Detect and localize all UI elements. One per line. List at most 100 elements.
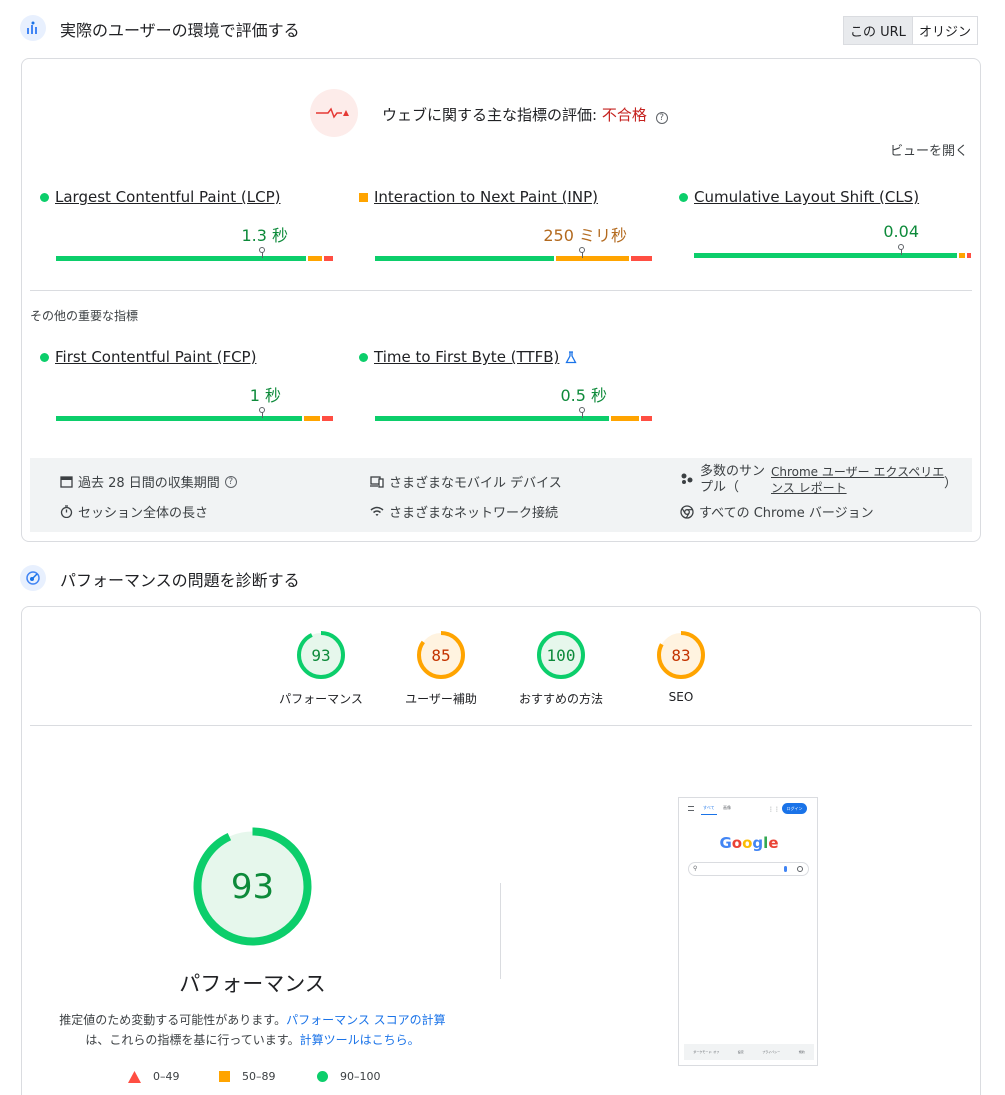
vertical-divider <box>500 883 501 979</box>
big-score-label: パフォーマンス <box>179 972 326 996</box>
score-gauge[interactable]: 93 <box>296 630 346 680</box>
lcp-value: 1.3 秒 <box>241 226 288 245</box>
timer-icon <box>60 505 73 518</box>
footer-item: 規約 <box>798 1050 805 1054</box>
inp-distribution-bar <box>375 247 652 261</box>
tab-underline <box>701 814 717 815</box>
inp-marker <box>579 247 585 253</box>
cls-title[interactable]: Cumulative Layout Shift (CLS) <box>694 188 919 206</box>
lcp-distribution-bar <box>56 247 333 261</box>
this-url-option[interactable]: この URL <box>844 17 913 44</box>
calculator-link[interactable]: 計算ツールはこちら。 <box>300 1033 420 1047</box>
collection-period-text: 過去 28 日間の収集期間 <box>78 476 220 491</box>
good-dot-icon <box>679 192 688 202</box>
score-label[interactable]: おすすめの方法 <box>496 690 626 707</box>
lcp-marker <box>259 247 265 253</box>
score-gauge[interactable]: 83 <box>656 630 706 680</box>
ttfb-title[interactable]: Time to First Byte (TTFB) <box>374 348 559 366</box>
score-label[interactable]: パフォーマンス <box>256 690 386 707</box>
good-dot-icon <box>40 192 49 202</box>
fcp-metric-header: First Contentful Paint (FCP) <box>40 348 256 366</box>
inp-value: 250 ミリ秒 <box>543 226 627 245</box>
expand-view-link[interactable]: ビューを開く <box>890 140 968 159</box>
mobile-devices: さまざまなモバイル デバイス <box>370 472 562 491</box>
search-icon: ⚲ <box>693 865 698 872</box>
pass-circle-icon <box>317 1071 328 1082</box>
ttfb-marker <box>579 407 585 413</box>
big-score-value: 93 <box>230 866 275 907</box>
good-dot-icon <box>359 352 368 362</box>
other-metrics-heading: その他の重要な指標 <box>30 309 139 323</box>
origin-option[interactable]: オリジン <box>913 17 977 44</box>
help-icon[interactable]: ? <box>655 112 668 124</box>
score-value: 83 <box>671 645 691 665</box>
fcp-marker <box>259 407 265 413</box>
chrome-versions: すべての Chrome バージョン <box>680 502 874 521</box>
cwv-assessment: ウェブに関する主な指標の評価: 不合格 ? <box>382 104 668 125</box>
session-length-text: セッション全体の長さ <box>78 506 209 521</box>
fcp-value: 1 秒 <box>249 386 281 405</box>
score-label[interactable]: ユーザー補助 <box>376 690 506 707</box>
good-dot-icon <box>40 352 49 362</box>
score-value: 93 <box>311 645 331 665</box>
crux-report-link[interactable]: Chrome ユーザー エクスペリエンス レポート <box>771 464 949 496</box>
wifi-icon <box>370 506 384 516</box>
cwv-fail-icon <box>310 89 358 137</box>
experimental-flask-icon <box>565 350 577 363</box>
lab-section-title: パフォーマンスの問題を診断する <box>60 571 300 590</box>
legend-average: 50–89 <box>242 1070 276 1083</box>
google-logo: Google <box>719 834 779 852</box>
footer-item: プライバシー <box>762 1050 781 1054</box>
legend-pass-item: 90–100 <box>317 1070 381 1083</box>
legend-fail: 0–49 <box>153 1070 180 1083</box>
session-length: セッション全体の長さ <box>60 502 208 521</box>
menu-icon <box>688 806 694 811</box>
cls-marker <box>898 244 904 250</box>
score-description: 推定値のため変動する可能性があります。パフォーマンス スコアの計算 は、これらの… <box>45 1010 460 1050</box>
score-value: 100 <box>546 645 576 665</box>
score-gauge[interactable]: 100 <box>536 630 586 680</box>
inp-title[interactable]: Interaction to Next Paint (INP) <box>374 188 598 206</box>
devices-icon <box>370 476 384 488</box>
divider <box>30 290 972 291</box>
fcp-title[interactable]: First Contentful Paint (FCP) <box>55 348 256 366</box>
url-origin-toggle[interactable]: この URL オリジン <box>843 16 978 45</box>
legend-average-item: 50–89 <box>219 1070 276 1083</box>
perf-score-calc-link[interactable]: パフォーマンス スコアの計算 <box>286 1013 446 1027</box>
footer-item: ダークモード: オフ <box>693 1050 720 1054</box>
legend-pass: 90–100 <box>340 1070 381 1083</box>
help-icon[interactable]: ? <box>224 475 237 488</box>
screenshot-tab-all: すべて <box>703 805 715 810</box>
ttfb-distribution-bar <box>375 407 652 421</box>
screenshot-searchbox: ⚲ <box>688 862 809 876</box>
score-label[interactable]: SEO <box>616 690 746 704</box>
cwv-result: 不合格 <box>601 106 647 124</box>
apps-icon: ⋮⋮ <box>768 806 780 813</box>
cwv-label: ウェブに関する主な指標の評価: <box>382 106 602 124</box>
field-data-icon <box>20 15 46 41</box>
screenshot-login: ログイン <box>782 803 807 814</box>
field-section-title: 実際のユーザーの環境で評価する <box>60 21 300 40</box>
final-screenshot[interactable]: すべて 画像 ⋮⋮ ログイン Google ⚲ ダークモード: オフ 設定 プラ… <box>678 797 818 1066</box>
ttfb-value: 0.5 秒 <box>560 386 607 405</box>
inp-metric-header: Interaction to Next Paint (INP) <box>359 188 598 206</box>
divider <box>30 725 972 726</box>
fcp-distribution-bar <box>56 407 333 421</box>
samples-group-icon <box>680 472 694 489</box>
samples-prefix: 多数のサンプル（ <box>700 464 766 495</box>
cls-metric-header: Cumulative Layout Shift (CLS) <box>679 188 919 206</box>
chrome-versions-text: すべての Chrome バージョン <box>699 506 874 521</box>
mobile-devices-text: さまざまなモバイル デバイス <box>389 476 562 491</box>
network-connections: さまざまなネットワーク接続 <box>370 502 558 521</box>
big-performance-gauge: 93 <box>192 826 313 947</box>
mic-icon <box>784 866 787 872</box>
score-value: 85 <box>431 645 451 665</box>
samples-suffix: ） <box>944 476 958 491</box>
lcp-metric-header: Largest Contentful Paint (LCP) <box>40 188 281 206</box>
desc-text-2: は、これらの指標を基に行っています。 <box>85 1033 300 1047</box>
score-gauge[interactable]: 85 <box>416 630 466 680</box>
fail-triangle-icon <box>128 1070 141 1083</box>
screenshot-footer: ダークモード: オフ 設定 プライバシー 規約 <box>684 1044 814 1060</box>
needs-improvement-square-icon <box>359 192 368 202</box>
lcp-title[interactable]: Largest Contentful Paint (LCP) <box>55 188 281 206</box>
